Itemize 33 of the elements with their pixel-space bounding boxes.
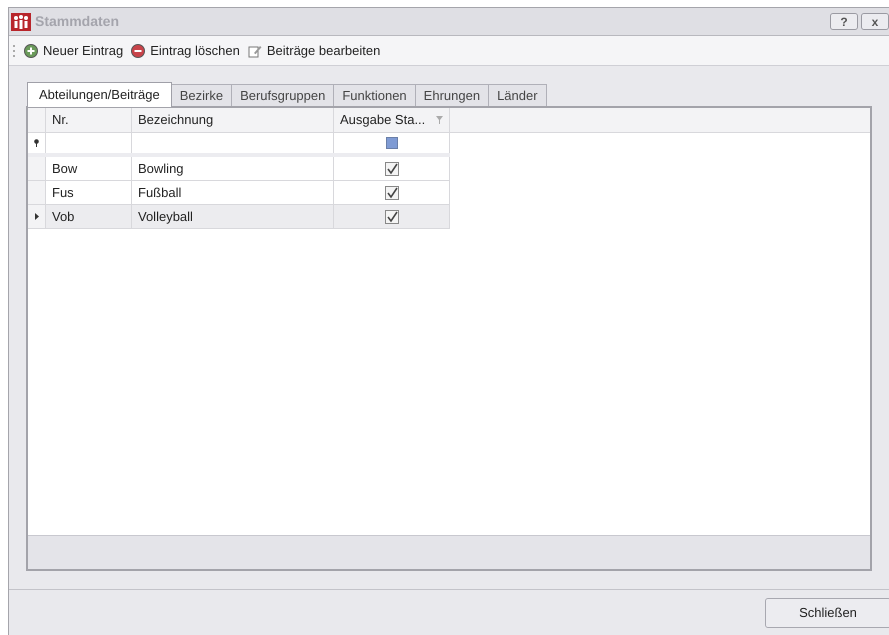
filter-checkbox[interactable] — [386, 137, 398, 149]
close-button[interactable]: Schließen — [765, 598, 889, 628]
table-row[interactable]: Bow Bowling — [28, 157, 450, 181]
tab[interactable]: Ehrungen — [416, 84, 490, 106]
close-button[interactable]: x — [861, 13, 889, 30]
table-row[interactable]: Vob Volleyball — [28, 205, 450, 229]
tab[interactable]: Berufsgruppen — [232, 84, 334, 106]
tab[interactable]: Abteilungen/Beiträge — [27, 82, 172, 107]
minus-icon — [131, 44, 146, 58]
checkbox[interactable] — [384, 210, 398, 224]
tab[interactable]: Funktionen — [334, 84, 416, 106]
tab[interactable]: Bezirke — [172, 84, 232, 106]
plus-icon — [24, 44, 38, 58]
table-row[interactable]: Fus Fußball — [28, 181, 450, 205]
toolbar-button[interactable]: Neuer Eintrag — [24, 40, 124, 60]
row-pointer-icon — [34, 213, 38, 220]
checkbox[interactable] — [384, 186, 398, 200]
toolbar-button[interactable]: Eintrag löschen — [131, 40, 240, 60]
column-header[interactable]: Ausgabe Sta... — [334, 108, 450, 133]
grip-icon[interactable] — [13, 44, 16, 56]
column-header[interactable]: Nr. — [46, 108, 132, 133]
edit-icon — [248, 44, 262, 58]
column-header[interactable]: Bezeichnung — [132, 108, 334, 133]
logo-icon — [11, 12, 31, 30]
window-title: Stammdaten — [35, 12, 120, 31]
toolbar-button[interactable]: Beiträge bearbeiten — [248, 40, 380, 60]
table-cell: Vob — [46, 205, 132, 229]
checkbox[interactable] — [384, 162, 398, 176]
filter-icon — [436, 116, 443, 124]
tab[interactable]: Länder — [489, 84, 547, 106]
pin-icon — [34, 139, 39, 147]
help-button[interactable]: ? — [830, 13, 858, 30]
table-cell: Volleyball — [132, 205, 334, 229]
